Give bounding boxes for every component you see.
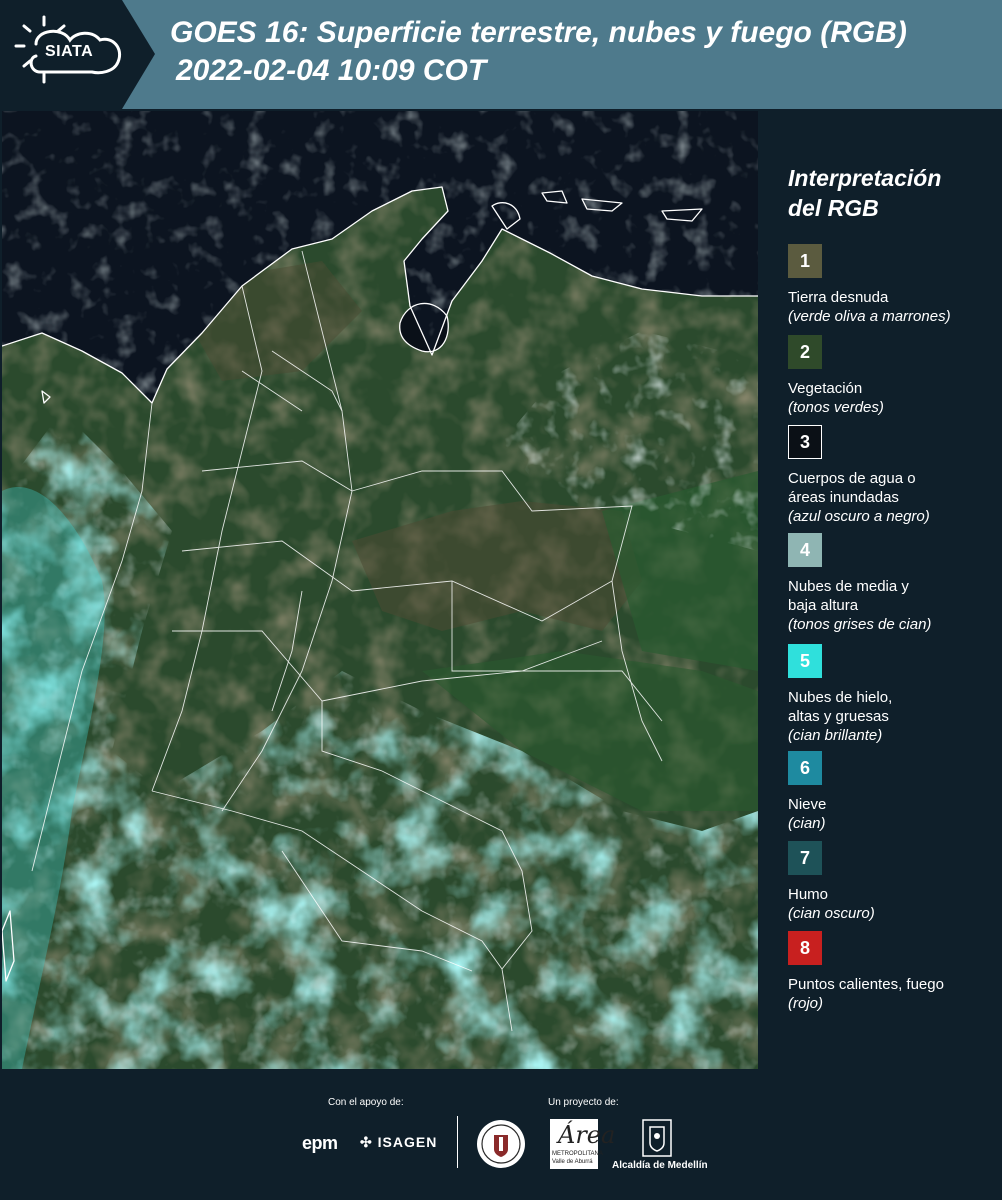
satellite-map	[2, 111, 758, 1069]
legend-label: Cuerpos de agua o	[788, 470, 916, 487]
legend-swatch: 1	[788, 244, 822, 278]
legend-desc: (verde oliva a marrones)	[788, 308, 951, 325]
legend-desc: (cian oscuro)	[788, 905, 875, 922]
legend-swatch: 7	[788, 841, 822, 875]
legend-desc: (cian)	[788, 815, 826, 832]
area-metropolitana-logo: Área METROPOLITANA Valle de Aburrá	[550, 1119, 615, 1169]
footer: Con el apoyo de: Un proyecto de: epm ✣ I…	[0, 1069, 1002, 1200]
page-title: GOES 16: Superficie terrestre, nubes y f…	[170, 16, 907, 49]
legend-desc: (tonos verdes)	[788, 399, 884, 416]
epm-logo: epm	[302, 1133, 338, 1153]
legend-swatch: 3	[788, 425, 822, 459]
legend-title-line1: Interpretación	[788, 165, 942, 191]
header-bar: SIATA GOES 16: Superficie terrestre, nub…	[0, 0, 1002, 109]
footer-divider	[457, 1116, 458, 1168]
siata-logo: SIATA	[0, 0, 155, 109]
project-label: Un proyecto de:	[548, 1097, 619, 1108]
legend-item-8: 8 Puntos calientes, fuego (rojo)	[788, 931, 998, 1013]
legend-label-line2: baja altura	[788, 597, 859, 614]
legend-label: Nubes de hielo,	[788, 689, 893, 706]
legend-swatch: 4	[788, 533, 822, 567]
alcaldia-label: Alcaldía de Medellín	[612, 1160, 708, 1171]
legend-label-line2: áreas inundadas	[788, 489, 899, 506]
isagen-logo-text: ISAGEN	[377, 1134, 438, 1150]
siata-logo-text: SIATA	[45, 43, 94, 60]
legend-item-6: 6 Nieve (cian)	[788, 751, 998, 833]
legend-label: Tierra desnuda	[788, 289, 889, 306]
legend-swatch: 6	[788, 751, 822, 785]
legend-label: Puntos calientes, fuego	[788, 976, 944, 993]
legend-title: Interpretación del RGB	[788, 163, 988, 223]
legend-desc: (cian brillante)	[788, 727, 883, 744]
alcaldia-shield-icon	[642, 1119, 672, 1157]
area-logo-text: Área	[558, 1121, 616, 1149]
legend-panel: Interpretación del RGB 1 Tierra desnuda …	[758, 111, 1002, 1069]
legend-label: Nieve	[788, 796, 827, 813]
legend-label: Humo	[788, 886, 829, 903]
legend-swatch: 2	[788, 335, 822, 369]
satellite-image	[2, 111, 758, 1069]
legend-title-line2: del RGB	[788, 195, 879, 221]
university-seal-icon	[477, 1120, 525, 1168]
legend-item-7: 7 Humo (cian oscuro)	[788, 841, 998, 923]
legend-swatch: 5	[788, 644, 822, 678]
legend-label: Nubes de media y	[788, 578, 909, 595]
legend-item-3: 3 Cuerpos de agua o áreas inundadas (azu…	[788, 425, 998, 526]
support-label: Con el apoyo de:	[328, 1097, 404, 1108]
legend-item-1: 1 Tierra desnuda (verde oliva a marrones…	[788, 244, 998, 326]
area-logo-sub1: METROPOLITANA	[552, 1151, 603, 1157]
legend-label-line2: altas y gruesas	[788, 708, 889, 725]
legend-item-5: 5 Nubes de hielo, altas y gruesas (cian …	[788, 644, 998, 745]
area-logo-sub2: Valle de Aburrá	[552, 1159, 593, 1165]
page-timestamp: 2022-02-04 10:09 COT	[176, 54, 487, 87]
legend-item-2: 2 Vegetación (tonos verdes)	[788, 335, 998, 417]
isagen-star-icon: ✣	[360, 1134, 373, 1150]
legend-item-4: 4 Nubes de media y baja altura (tonos gr…	[788, 533, 998, 634]
legend-desc: (azul oscuro a negro)	[788, 508, 930, 525]
legend-desc: (rojo)	[788, 995, 824, 1012]
legend-desc: (tonos grises de cian)	[788, 616, 932, 633]
isagen-logo: ✣ ISAGEN	[360, 1134, 437, 1151]
legend-label: Vegetación	[788, 380, 863, 397]
legend-swatch: 8	[788, 931, 822, 965]
